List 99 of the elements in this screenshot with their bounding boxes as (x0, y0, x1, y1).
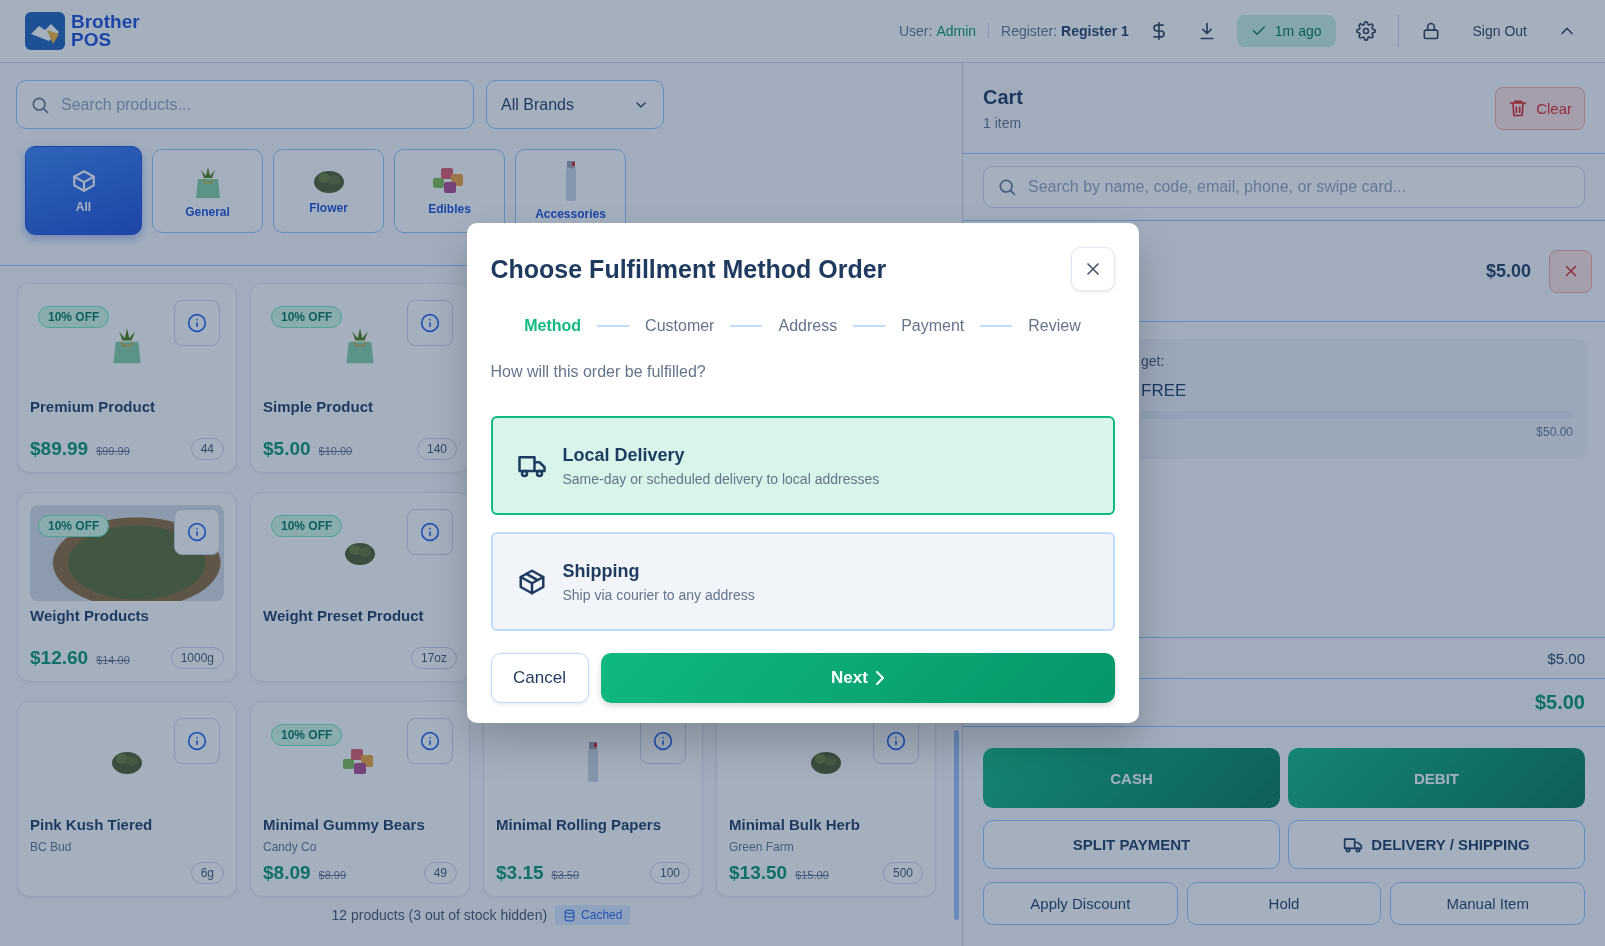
product-brand: Green Farm (729, 840, 795, 854)
product-price: $12.60 (30, 647, 89, 669)
sign-out-button[interactable]: Sign Out (1462, 15, 1537, 47)
next-button[interactable]: Next (600, 653, 1115, 703)
discount-badge: 10% OFF (271, 306, 343, 328)
info-button[interactable] (174, 509, 220, 555)
payment-button[interactable]: CASH (983, 748, 1280, 808)
info-icon (187, 313, 207, 333)
original-price: $3.50 (551, 869, 580, 881)
stepper-step: Method (524, 317, 582, 335)
customer-search-field[interactable]: Search by name, code, email, phone, or swipe card... (983, 166, 1585, 208)
settings-icon (1355, 21, 1376, 41)
original-price: $15.00 (795, 869, 829, 881)
option-title: Local Delivery (562, 444, 686, 466)
info-icon (420, 522, 440, 542)
option-description: Ship via courier to any address (562, 586, 755, 603)
product-image (563, 160, 578, 201)
discount-badge: 10% OFF (38, 306, 110, 328)
product-card[interactable]: 10% OFF Weight Products $12.60 $14.00 1000g (17, 492, 237, 682)
original-price: $99.99 (96, 445, 130, 457)
user-label: User: (898, 23, 933, 39)
action-button[interactable]: Hold (1186, 882, 1382, 925)
product-name: Premium Product (30, 398, 157, 415)
database-icon (563, 908, 577, 922)
promo-target: $50.00 (1535, 425, 1573, 439)
category-tab[interactable]: Edibles (394, 148, 505, 233)
product-search-field[interactable]: Search products... (16, 80, 474, 129)
original-price: $8.99 (318, 869, 347, 881)
product-card[interactable]: 10% OFF Premium Product $89.99 $99.99 44 (17, 283, 237, 473)
info-icon (653, 731, 673, 751)
cart-item-count: 1 item (983, 114, 1023, 131)
product-price: $89.99 (30, 438, 89, 460)
payment-option-button[interactable]: DELIVERY / SHIPPING (1288, 820, 1585, 869)
payment-option-button[interactable]: SPLIT PAYMENT (983, 820, 1280, 869)
category-tab[interactable]: All (25, 146, 142, 235)
action-button[interactable]: Manual Item (1390, 882, 1585, 925)
product-name: Minimal Gummy Bears (263, 816, 426, 833)
stepper-step: Address (778, 317, 838, 335)
sync-status-button[interactable]: 1m ago (1236, 15, 1336, 47)
product-brand: BC Bud (30, 840, 73, 854)
stepper-step: Customer (645, 317, 715, 335)
clear-button[interactable]: Clear (1495, 86, 1585, 130)
product-card[interactable]: 10% OFF Weight Preset Product 17oz (250, 492, 470, 682)
product-price: $8.09 (263, 862, 311, 884)
logo-text: Brother POS (71, 13, 140, 49)
product-brand: Candy Co (263, 840, 318, 854)
subtotal-value: $5.00 (1547, 649, 1585, 667)
option-description: Same-day or scheduled delivery to local addresses (562, 470, 880, 487)
product-name: Simple Product (263, 398, 375, 415)
product-card[interactable]: Pink Kush Tiered BC Bud 6g (17, 701, 237, 897)
logo-icon (25, 12, 65, 50)
fulfillment-option[interactable]: Shipping Ship via courier to any address (490, 532, 1115, 631)
action-button[interactable]: Apply Discount (983, 882, 1178, 925)
product-name: Weight Products (30, 607, 150, 624)
user-name: Admin (936, 23, 977, 39)
info-icon (420, 731, 440, 751)
product-name: Minimal Rolling Papers (496, 816, 663, 833)
close-button[interactable] (1070, 247, 1115, 291)
product-price: $5.00 (263, 438, 311, 460)
product-name: Weight Preset Product (263, 607, 425, 624)
discount-badge: 10% OFF (271, 724, 343, 746)
product-name: Pink Kush Tiered (30, 816, 154, 833)
cancel-button[interactable]: Cancel (490, 653, 589, 703)
total-value: $5.00 (1534, 691, 1585, 714)
product-name: Minimal Bulk Herb (729, 816, 861, 833)
info-icon (420, 313, 440, 333)
register-name: Register 1 (1061, 23, 1129, 39)
product-card[interactable]: 10% OFF Minimal Gummy Bears Candy Co $8.09 $8.99 49 (250, 701, 470, 897)
discount-badge: 10% OFF (271, 515, 343, 537)
cube-icon (70, 167, 97, 194)
stepper-step: Payment (901, 317, 965, 335)
register-label: Register: (1001, 23, 1058, 39)
original-price: $14.00 (96, 654, 130, 666)
original-price: $10.00 (318, 445, 353, 457)
cart-title: Cart (983, 85, 1023, 109)
category-tab[interactable]: General (152, 148, 263, 233)
product-image (586, 742, 600, 782)
fulfillment-option[interactable]: Local Delivery Same-day or scheduled delivery to local addresses (490, 416, 1115, 515)
info-icon (886, 731, 906, 751)
promo-value: FREE (1141, 381, 1188, 401)
promo-label: get: (1141, 353, 1166, 369)
dialog-title: Choose Fulfillment Method Order (490, 254, 887, 284)
info-icon (187, 731, 207, 751)
info-icon (187, 522, 207, 542)
dialog-question: How will this order be fulfilled? (490, 363, 707, 381)
product-count: 12 products (3 out of stock hidden) (331, 907, 548, 923)
discount-badge: 10% OFF (38, 515, 110, 537)
category-tab[interactable]: Flower (273, 148, 384, 233)
remove-item-button[interactable] (1549, 249, 1592, 293)
stepper-step: Review (1028, 317, 1081, 335)
product-card[interactable]: 10% OFF Simple Product $5.00 $10.00 140 (250, 283, 470, 473)
product-price: $3.15 (496, 862, 544, 884)
product-price: $13.50 (729, 862, 788, 884)
cached-badge: Cached (555, 905, 631, 925)
chevron-right-icon (875, 671, 884, 685)
option-title: Shipping (562, 560, 641, 582)
item-price: $5.00 (1485, 260, 1531, 282)
brand-dropdown[interactable]: All Brands (486, 80, 664, 129)
trash-icon (1508, 98, 1529, 118)
